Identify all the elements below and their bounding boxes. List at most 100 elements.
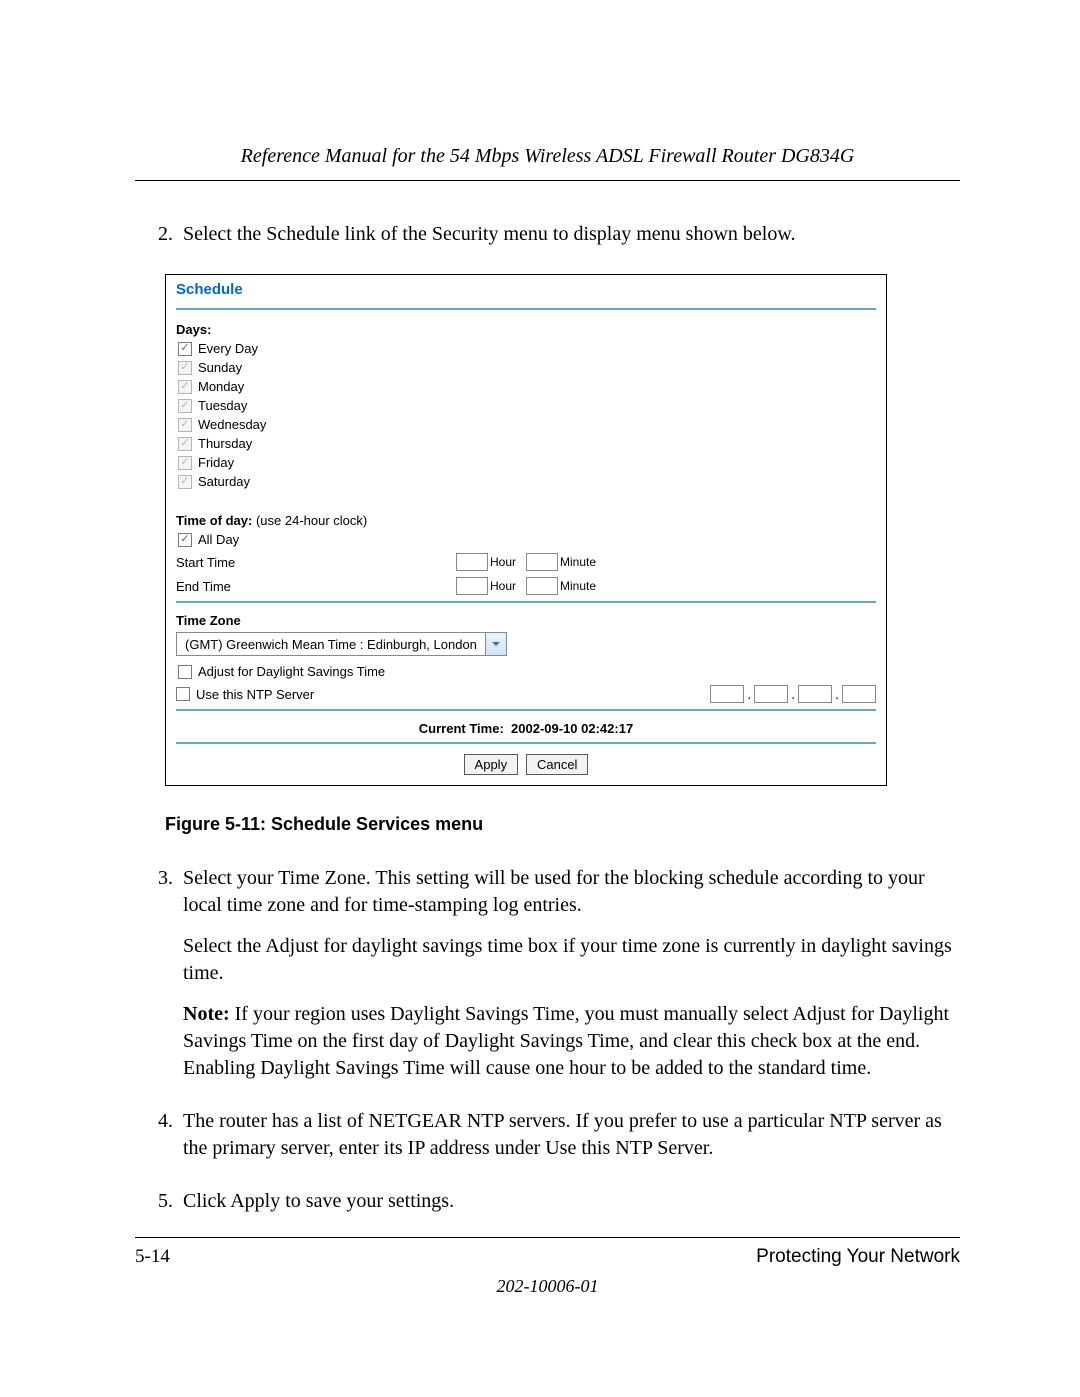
hour-label: Hour: [490, 555, 516, 569]
current-time: Current Time: 2002-09-10 02:42:17: [176, 721, 876, 736]
panel-title: Schedule: [176, 281, 876, 304]
step-text: Note: If your region uses Daylight Savin…: [183, 1001, 960, 1082]
time-of-day-heading: Time of day: (use 24-hour clock): [176, 513, 876, 528]
step-number: 2.: [135, 221, 183, 262]
chevron-down-icon: [485, 633, 506, 655]
instruction-step-5: 5. Click Apply to save your settings.: [135, 1188, 960, 1229]
checkbox-sunday[interactable]: ✓ Sunday: [176, 360, 876, 375]
tod-note: (use 24-hour clock): [252, 513, 367, 528]
time-zone-value: (GMT) Greenwich Mean Time : Edinburgh, L…: [177, 637, 485, 652]
instruction-step-2: 2. Select the Schedule link of the Secur…: [135, 221, 960, 262]
checkbox-all-day[interactable]: ✓ All Day: [176, 532, 876, 547]
end-minute-input[interactable]: [526, 577, 558, 595]
checkbox-icon: ✓: [178, 342, 192, 356]
step-text: Select your Time Zone. This setting will…: [183, 865, 960, 919]
instruction-step-3: 3. Select your Time Zone. This setting w…: [135, 865, 960, 1096]
dot: .: [791, 686, 795, 702]
step-body: Select your Time Zone. This setting will…: [183, 865, 960, 1096]
end-time-label: End Time: [176, 579, 456, 594]
checkbox-icon: ✓: [178, 418, 192, 432]
checkbox-icon: ✓: [178, 437, 192, 451]
time-zone-heading: Time Zone: [176, 613, 876, 628]
end-time-row: End Time Hour Minute: [176, 577, 876, 595]
step-text: Select the Adjust for daylight savings t…: [183, 933, 960, 987]
checkbox-icon[interactable]: ✓: [176, 687, 190, 701]
dot: .: [835, 686, 839, 702]
page-footer: 5-14 Protecting Your Network 202-10006-0…: [135, 1237, 960, 1297]
checkbox-dst[interactable]: ✓ Adjust for Daylight Savings Time: [176, 664, 876, 679]
ntp-ip-fields: . . .: [710, 685, 876, 703]
checkbox-icon: ✓: [178, 456, 192, 470]
step-body: Click Apply to save your settings.: [183, 1188, 960, 1229]
end-hour-input[interactable]: [456, 577, 488, 595]
checkbox-icon: ✓: [178, 361, 192, 375]
step-text: Click Apply to save your settings.: [183, 1188, 960, 1215]
checkbox-label: Every Day: [198, 341, 258, 356]
cancel-button[interactable]: Cancel: [526, 754, 588, 775]
section-title: Protecting Your Network: [756, 1246, 960, 1268]
note-body: If your region uses Daylight Savings Tim…: [183, 1003, 949, 1079]
checkbox-label: Adjust for Daylight Savings Time: [198, 664, 385, 679]
checkbox-label: Tuesday: [198, 398, 247, 413]
checkbox-icon: ✓: [178, 399, 192, 413]
checkbox-label: Monday: [198, 379, 244, 394]
checkbox-label: All Day: [198, 532, 239, 547]
checkbox-icon: ✓: [178, 665, 192, 679]
checkbox-tuesday[interactable]: ✓ Tuesday: [176, 398, 876, 413]
current-time-label: Current Time:: [419, 721, 504, 736]
days-heading: Days:: [176, 322, 876, 337]
step-text: The router has a list of NETGEAR NTP ser…: [183, 1108, 960, 1162]
minute-label: Minute: [560, 579, 596, 593]
checkbox-label: Saturday: [198, 474, 250, 489]
start-time-row: Start Time Hour Minute: [176, 553, 876, 571]
checkbox-label: Thursday: [198, 436, 252, 451]
dot: .: [747, 686, 751, 702]
step-number: 5.: [135, 1188, 183, 1229]
checkbox-label: Sunday: [198, 360, 242, 375]
separator: [176, 308, 876, 310]
start-minute-input[interactable]: [526, 553, 558, 571]
ntp-ip-octet-1[interactable]: [710, 685, 744, 703]
checkbox-label: Friday: [198, 455, 234, 470]
document-number: 202-10006-01: [135, 1276, 960, 1297]
document-page: Reference Manual for the 54 Mbps Wireles…: [0, 0, 1080, 1397]
start-time-label: Start Time: [176, 555, 456, 570]
note-lead: Note:: [183, 1003, 230, 1025]
checkbox-thursday[interactable]: ✓ Thursday: [176, 436, 876, 451]
separator: [176, 601, 876, 603]
ntp-ip-octet-3[interactable]: [798, 685, 832, 703]
checkbox-friday[interactable]: ✓ Friday: [176, 455, 876, 470]
start-hour-input[interactable]: [456, 553, 488, 571]
checkbox-icon: ✓: [178, 475, 192, 489]
checkbox-icon: ✓: [178, 380, 192, 394]
separator: [176, 742, 876, 744]
step-body: Select the Schedule link of the Security…: [183, 221, 960, 262]
checkbox-every-day[interactable]: ✓ Every Day: [176, 341, 876, 356]
step-text: Select the Schedule link of the Security…: [183, 221, 960, 248]
checkbox-monday[interactable]: ✓ Monday: [176, 379, 876, 394]
ntp-ip-octet-4[interactable]: [842, 685, 876, 703]
ntp-row: ✓ Use this NTP Server . . .: [176, 685, 876, 703]
step-number: 3.: [135, 865, 183, 1096]
checkbox-wednesday[interactable]: ✓ Wednesday: [176, 417, 876, 432]
ntp-ip-octet-2[interactable]: [754, 685, 788, 703]
time-zone-select[interactable]: (GMT) Greenwich Mean Time : Edinburgh, L…: [176, 632, 507, 656]
schedule-screenshot: Schedule Days: ✓ Every Day ✓ Sunday ✓ Mo…: [165, 274, 887, 786]
separator: [176, 709, 876, 711]
ntp-label: Use this NTP Server: [196, 687, 314, 702]
hour-label: Hour: [490, 579, 516, 593]
page-header: Reference Manual for the 54 Mbps Wireles…: [135, 145, 960, 181]
tod-label: Time of day:: [176, 513, 252, 528]
current-time-value: 2002-09-10 02:42:17: [511, 721, 633, 736]
apply-button[interactable]: Apply: [464, 754, 519, 775]
instruction-step-4: 4. The router has a list of NETGEAR NTP …: [135, 1108, 960, 1176]
checkbox-saturday[interactable]: ✓ Saturday: [176, 474, 876, 489]
checkbox-icon: ✓: [178, 533, 192, 547]
step-body: The router has a list of NETGEAR NTP ser…: [183, 1108, 960, 1176]
checkbox-label: Wednesday: [198, 417, 266, 432]
figure-caption: Figure 5-11: Schedule Services menu: [165, 814, 960, 835]
step-number: 4.: [135, 1108, 183, 1176]
button-row: Apply Cancel: [176, 754, 876, 775]
minute-label: Minute: [560, 555, 596, 569]
page-number: 5-14: [135, 1246, 170, 1268]
